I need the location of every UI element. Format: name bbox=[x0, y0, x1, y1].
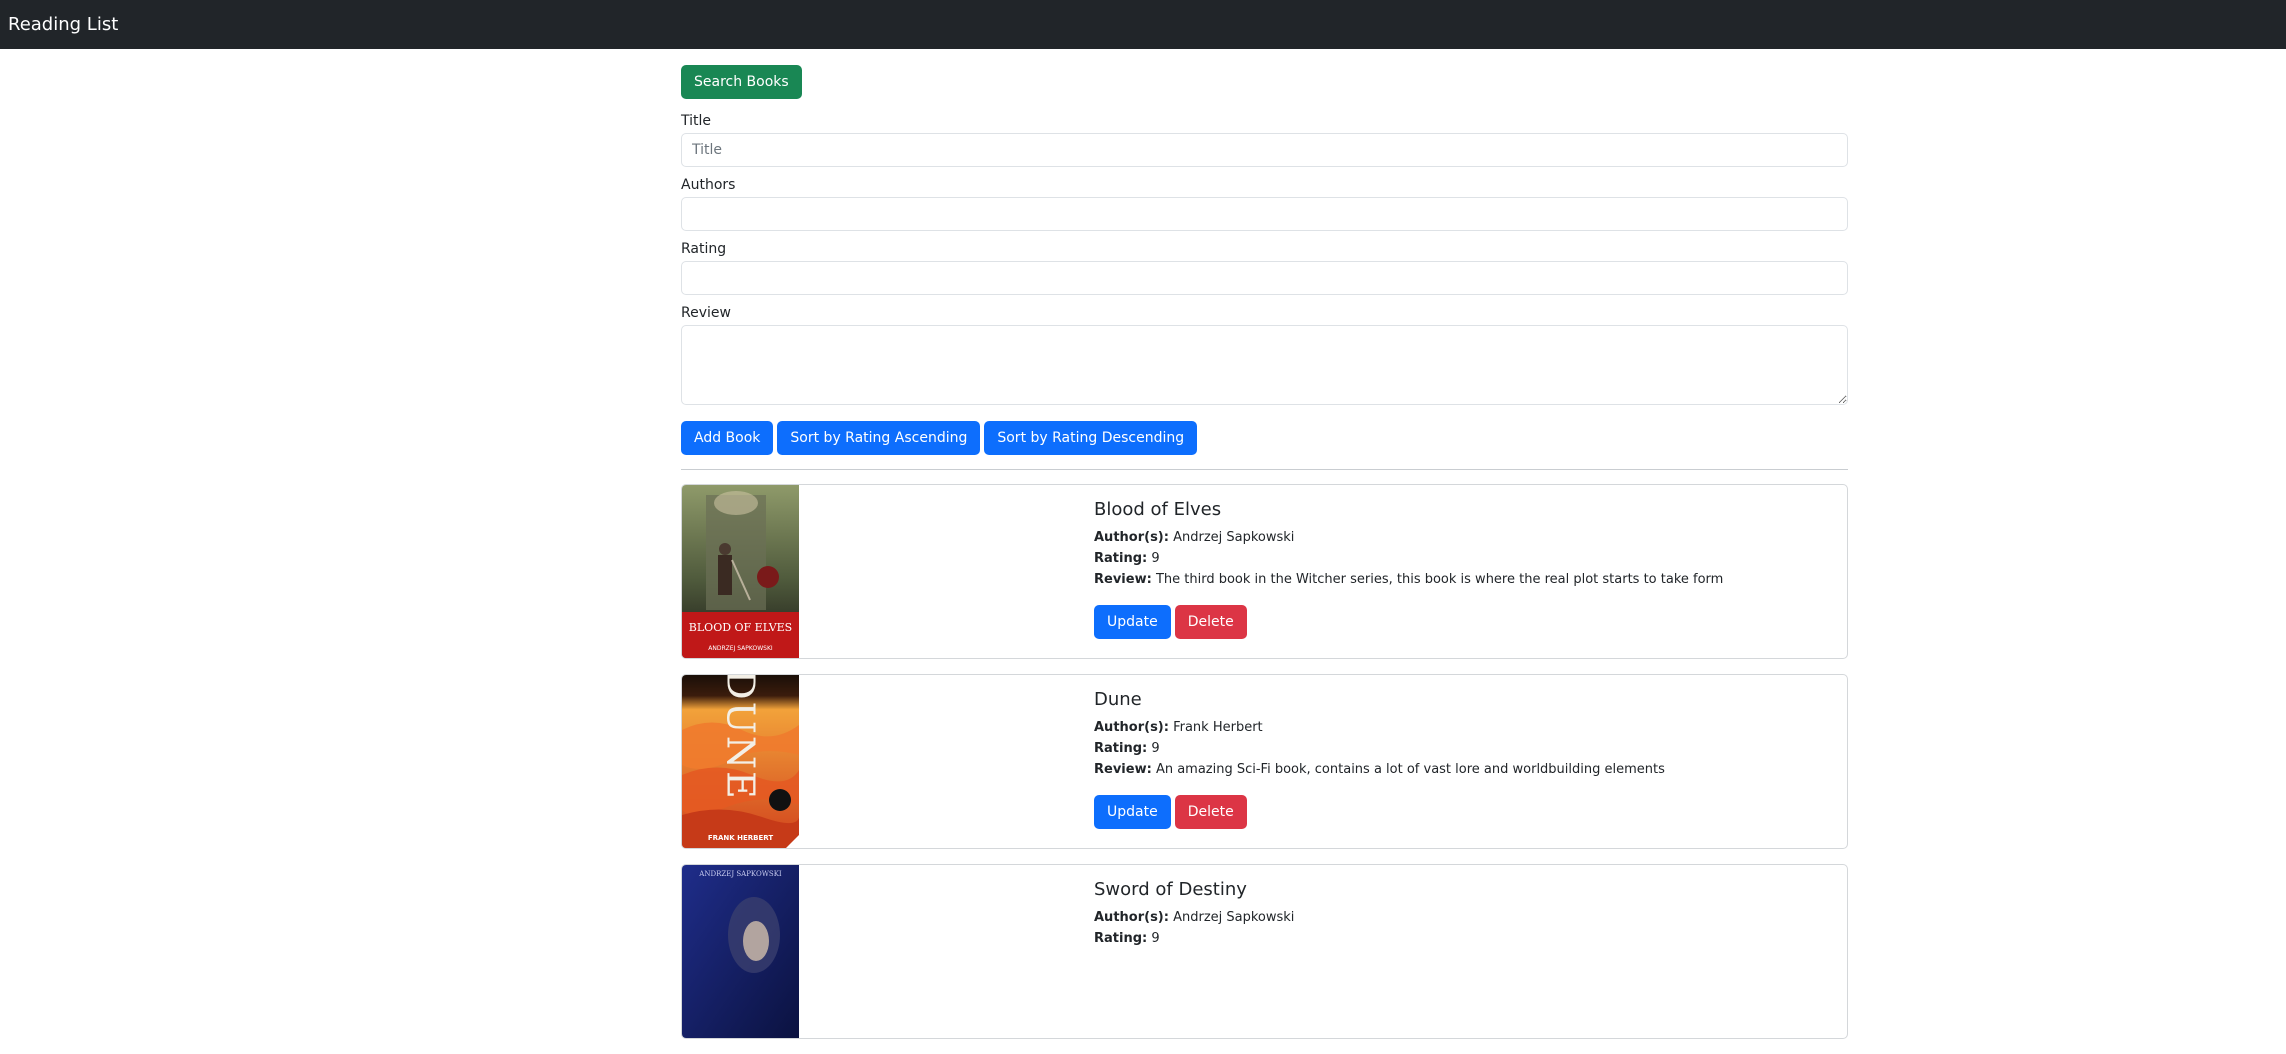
delete-button[interactable]: Delete bbox=[1174, 605, 1247, 639]
rating-field-label: Rating: bbox=[1094, 551, 1148, 566]
search-row: Search Books bbox=[681, 65, 1848, 99]
review-field-label: Review: bbox=[1094, 572, 1152, 587]
book-rating-line: Rating: 9 bbox=[1094, 551, 1723, 566]
authors-input[interactable] bbox=[681, 197, 1848, 231]
book-card-body: Blood of Elves Author(s): Andrzej Sapkow… bbox=[1094, 485, 1723, 658]
delete-button[interactable]: Delete bbox=[1174, 795, 1247, 829]
navbar-brand[interactable]: Reading List bbox=[8, 14, 118, 35]
rating-field-label: Rating: bbox=[1094, 741, 1148, 756]
sort-rating-descending-button[interactable]: Sort by Rating Descending bbox=[984, 421, 1198, 455]
update-button[interactable]: Update bbox=[1094, 605, 1171, 639]
book-rating-line: Rating: 9 bbox=[1094, 931, 1294, 946]
form-actions: Add Book Sort by Rating Ascending Sort b… bbox=[681, 421, 1848, 455]
book-rating-line: Rating: 9 bbox=[1094, 741, 1665, 756]
book-cover-image: ANDRZEJ SAPKOWSKI bbox=[682, 865, 799, 1038]
book-review-line: Review: An amazing Sci-Fi book, contains… bbox=[1094, 762, 1665, 777]
book-card-actions: Update Delete bbox=[1094, 605, 1723, 639]
book-title: Sword of Destiny bbox=[1094, 879, 1247, 900]
book-authors-line: Author(s): Andrzej Sapkowski bbox=[1094, 530, 1723, 545]
authors-field-label: Author(s): bbox=[1094, 910, 1169, 925]
book-rating: 9 bbox=[1151, 551, 1160, 566]
book-card-body: Sword of Destiny Author(s): Andrzej Sapk… bbox=[1094, 865, 1294, 1038]
cover-title-text: DUNE bbox=[719, 675, 763, 801]
book-review: The third book in the Witcher series, th… bbox=[1155, 572, 1724, 587]
book-rating: 9 bbox=[1151, 931, 1160, 946]
book-authors: Andrzej Sapkowski bbox=[1173, 910, 1295, 925]
book-list: BLOOD OF ELVES ANDRZEJ SAPKOWSKI Blood o… bbox=[681, 484, 1848, 1039]
book-card: DUNE FRANK HERBERT Dune Author(s): Frank… bbox=[681, 674, 1848, 849]
book-review-line: Review: The third book in the Witcher se… bbox=[1094, 572, 1723, 587]
rating-label: Rating bbox=[681, 241, 727, 257]
book-review: An amazing Sci-Fi book, contains a lot o… bbox=[1155, 762, 1665, 777]
cover-author-text: ANDRZEJ SAPKOWSKI bbox=[708, 645, 773, 652]
title-input[interactable] bbox=[681, 133, 1848, 167]
book-card-body: Dune Author(s): Frank Herbert Rating: 9 … bbox=[1094, 675, 1665, 848]
book-card-actions: Update Delete bbox=[1094, 795, 1665, 829]
review-textarea[interactable] bbox=[681, 325, 1848, 405]
cover-author-text: FRANK HERBERT bbox=[708, 834, 774, 842]
rating-input[interactable] bbox=[681, 261, 1848, 295]
book-card: BLOOD OF ELVES ANDRZEJ SAPKOWSKI Blood o… bbox=[681, 484, 1848, 659]
book-title: Dune bbox=[1094, 689, 1142, 710]
search-books-button[interactable]: Search Books bbox=[681, 65, 802, 99]
authors-field-label: Author(s): bbox=[1094, 530, 1169, 545]
book-card: ANDRZEJ SAPKOWSKI Sword of Destiny Autho… bbox=[681, 864, 1848, 1039]
authors-field-label: Author(s): bbox=[1094, 720, 1169, 735]
review-label: Review bbox=[681, 305, 731, 321]
book-authors-line: Author(s): Frank Herbert bbox=[1094, 720, 1665, 735]
title-label: Title bbox=[681, 113, 712, 129]
authors-label: Authors bbox=[681, 177, 736, 193]
add-book-button[interactable]: Add Book bbox=[681, 421, 774, 455]
book-cover-image: BLOOD OF ELVES ANDRZEJ SAPKOWSKI bbox=[682, 485, 799, 658]
rating-field-label: Rating: bbox=[1094, 931, 1148, 946]
book-cover-image: DUNE FRANK HERBERT bbox=[682, 675, 799, 848]
book-authors: Frank Herbert bbox=[1173, 720, 1263, 735]
sort-rating-ascending-button[interactable]: Sort by Rating Ascending bbox=[777, 421, 981, 455]
update-button[interactable]: Update bbox=[1094, 795, 1171, 829]
book-title: Blood of Elves bbox=[1094, 499, 1222, 520]
top-navbar: Reading List bbox=[0, 0, 2286, 49]
book-authors-line: Author(s): Andrzej Sapkowski bbox=[1094, 910, 1294, 925]
book-authors: Andrzej Sapkowski bbox=[1173, 530, 1295, 545]
review-field-label: Review: bbox=[1094, 762, 1152, 777]
main-container: Search Books Title Authors Rating Review… bbox=[681, 49, 1848, 1054]
book-rating: 9 bbox=[1151, 741, 1160, 756]
cover-title-text: BLOOD OF ELVES bbox=[689, 621, 792, 634]
cover-author-text: ANDRZEJ SAPKOWSKI bbox=[698, 870, 782, 878]
form-divider bbox=[681, 469, 1848, 470]
